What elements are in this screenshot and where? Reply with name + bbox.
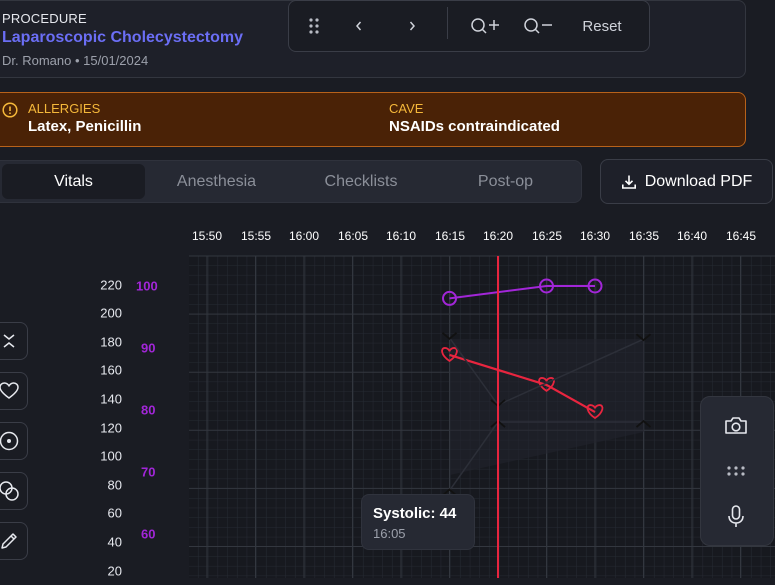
camera-icon[interactable] <box>722 414 750 438</box>
microphone-icon[interactable] <box>725 504 747 530</box>
data-tooltip <box>361 494 475 550</box>
pencil-icon <box>1 533 17 549</box>
tooltip-title: Systolic: 44 <box>373 505 457 522</box>
heart-icon <box>0 382 19 399</box>
tooltip-time: 16:05 <box>373 526 406 541</box>
pen-tool-button[interactable] <box>0 522 28 560</box>
overlap-circles-icon <box>0 481 19 501</box>
more-icon[interactable] <box>724 464 748 478</box>
collapse-button[interactable] <box>0 322 28 360</box>
target-tool-button[interactable] <box>0 422 28 460</box>
overlap-tool-button[interactable] <box>0 472 28 510</box>
target-icon <box>0 431 19 451</box>
collapse-icon <box>3 334 15 348</box>
heart-rate-tool-button[interactable] <box>0 372 28 410</box>
